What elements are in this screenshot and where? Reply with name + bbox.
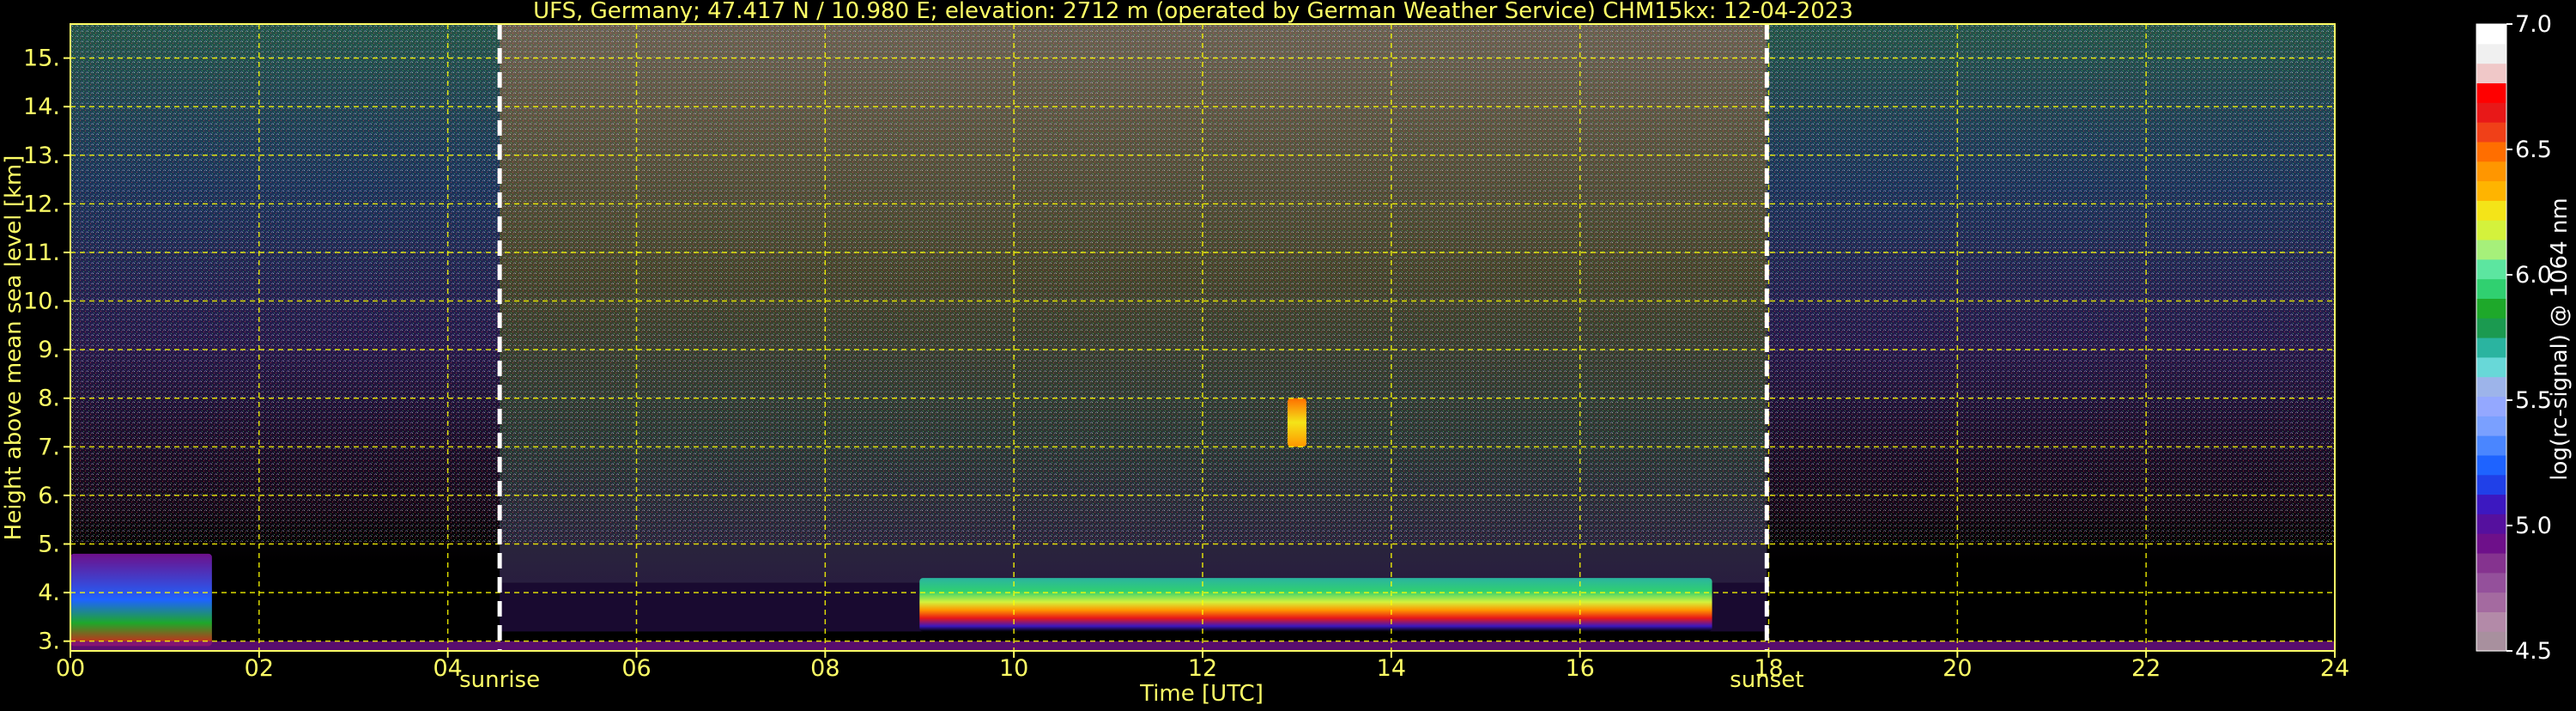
x-tick-label: 04 — [433, 655, 462, 682]
y-tick-label: 5. — [38, 532, 60, 558]
chart-title: UFS, Germany; 47.417 N / 10.980 E; eleva… — [533, 0, 1853, 24]
colorbar-segment — [2476, 63, 2506, 84]
colorbar-segment — [2476, 220, 2506, 240]
colorbar-segment — [2476, 396, 2506, 416]
colorbar-segment — [2476, 180, 2506, 201]
colorbar-segment — [2476, 572, 2506, 593]
x-axis-label: Time [UTC] — [1139, 681, 1264, 707]
colorbar-segment — [2476, 454, 2506, 476]
colorbar-tick-label: 4.5 — [2515, 638, 2552, 665]
colorbar-segment — [2476, 161, 2506, 182]
colorbar-segment — [2476, 239, 2506, 260]
y-tick-label: 12. — [23, 191, 60, 217]
x-tick-label: 08 — [810, 655, 839, 682]
colorbar-segment — [2476, 435, 2506, 456]
colorbar-segment — [2476, 258, 2506, 280]
colorbar-segment — [2476, 200, 2506, 221]
colorbar-segment — [2476, 514, 2506, 534]
feature-boundary-layer-aerosol — [919, 578, 1712, 632]
feature-early-morning-aerosol — [70, 553, 212, 647]
colorbar-segment — [2476, 24, 2506, 45]
colorbar-segment — [2476, 278, 2506, 299]
colorbar-segment — [2476, 337, 2506, 358]
y-tick-label: 11. — [23, 240, 60, 266]
x-tick-label: 10 — [999, 655, 1028, 682]
y-tick-label: 8. — [38, 386, 60, 412]
sunrise-label: sunrise — [459, 667, 540, 693]
chart-svg: sunrise sunset 00 02 04 06 08 10 12 14 16 18 20 22 24… — [1, 0, 2573, 707]
y-tick-label: 3. — [38, 629, 60, 655]
y-tick-label: 15. — [23, 46, 60, 72]
colorbar-label: log(rc-signal) @ 1064 nm — [2547, 198, 2573, 480]
x-tick-label: 00 — [56, 655, 85, 682]
colorbar-segment — [2476, 592, 2506, 612]
colorbar-tick-label: 6.5 — [2515, 137, 2552, 163]
y-tick-label: 13. — [23, 143, 60, 169]
x-tick-label: 12 — [1188, 655, 1217, 682]
colorbar-segment — [2476, 494, 2506, 514]
colorbar-segment — [2476, 631, 2506, 652]
colorbar: 4.55.05.56.06.57.0 — [2476, 11, 2552, 665]
colorbar-tick-label: 5.0 — [2515, 513, 2552, 539]
colorbar-segment — [2476, 82, 2506, 103]
x-tick-label: 16 — [1565, 655, 1594, 682]
colorbar-segment — [2476, 611, 2506, 632]
colorbar-segment — [2476, 141, 2506, 162]
y-tick-label: 14. — [23, 94, 60, 120]
x-tick-label: 18 — [1754, 655, 1783, 682]
colorbar-segment — [2476, 122, 2506, 143]
colorbar-segment — [2476, 102, 2506, 123]
y-tick-label: 6. — [38, 483, 60, 509]
colorbar-segment — [2476, 298, 2506, 319]
x-tick-label: 22 — [2131, 655, 2161, 682]
colorbar-tick-label: 7.0 — [2515, 11, 2552, 38]
y-tick-label: 7. — [38, 434, 60, 460]
colorbar-segment — [2476, 318, 2506, 338]
y-tick-label: 9. — [38, 337, 60, 363]
y-tick-label: 4. — [38, 580, 60, 606]
colorbar-segment — [2476, 416, 2506, 436]
colorbar-segment — [2476, 43, 2506, 64]
y-tick-label: 10. — [23, 289, 60, 315]
x-tick-label: 20 — [1943, 655, 1972, 682]
x-tick-label: 14 — [1377, 655, 1406, 682]
x-tick-label: 02 — [245, 655, 274, 682]
ceilometer-chart: sunrise sunset 00 02 04 06 08 10 12 14 16 18 20 22 24… — [0, 0, 2576, 708]
x-tick-label: 24 — [2320, 655, 2349, 682]
x-tick-label: 06 — [621, 655, 651, 682]
colorbar-segment — [2476, 533, 2506, 554]
feature-cloud — [1287, 398, 1306, 447]
colorbar-segment — [2476, 552, 2506, 574]
y-axis-label: Height above mean sea level [km] — [1, 155, 27, 541]
colorbar-segment — [2476, 376, 2506, 398]
colorbar-segment — [2476, 356, 2506, 378]
colorbar-segment — [2476, 474, 2506, 495]
